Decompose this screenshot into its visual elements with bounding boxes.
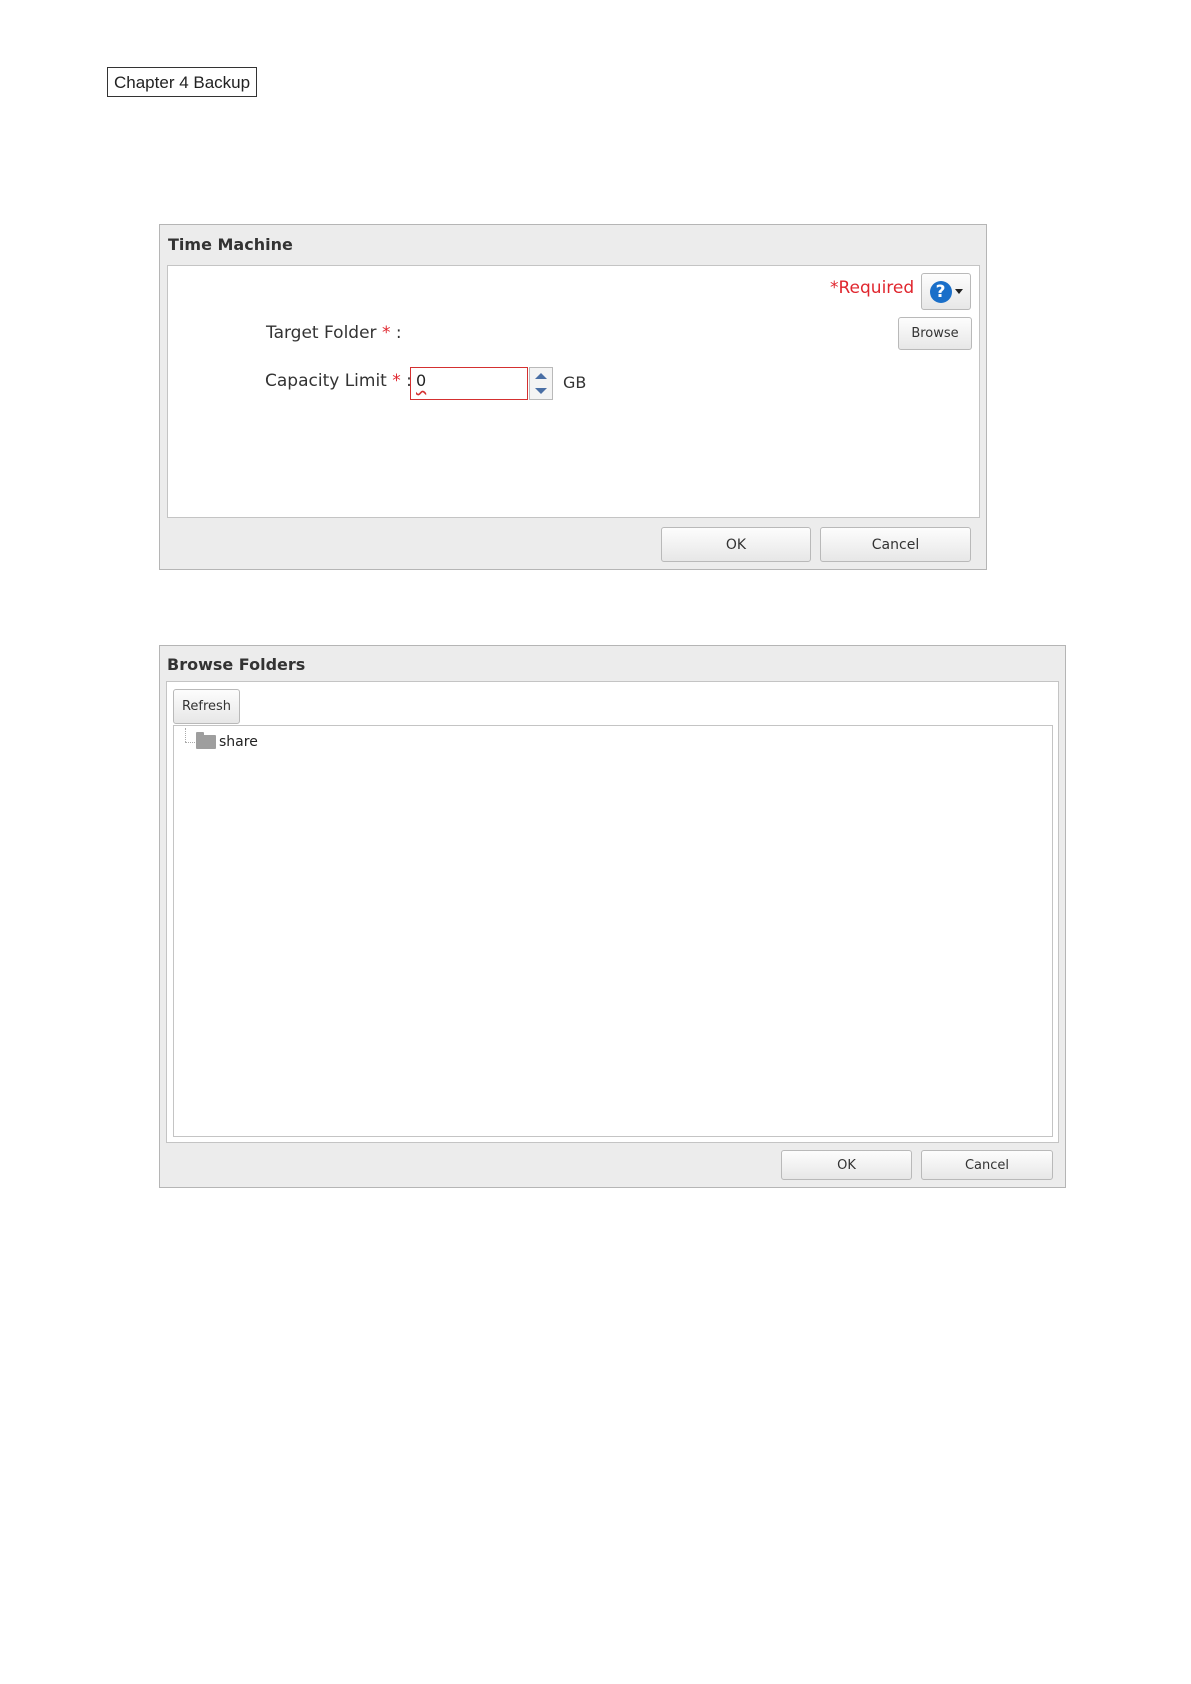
tree-item-share[interactable]: share	[219, 734, 258, 750]
time-machine-panel: *Required ? Target Folder * : Browse Cap…	[167, 265, 980, 518]
chevron-down-icon[interactable]	[535, 388, 547, 395]
dialog-title: Browse Folders	[167, 655, 306, 674]
ok-button[interactable]: OK	[661, 527, 811, 562]
capacity-limit-label: Capacity Limit * :	[265, 371, 412, 391]
browse-folders-dialog: Browse Folders Refresh share OK Cancel	[159, 645, 1066, 1188]
chevron-down-icon	[954, 289, 963, 294]
chapter-label: Chapter 4 Backup	[107, 67, 258, 97]
capacity-input[interactable]: 0	[410, 367, 528, 400]
browse-folders-panel: Refresh share	[166, 681, 1059, 1143]
capacity-stepper[interactable]	[529, 367, 553, 400]
question-icon: ?	[929, 280, 952, 303]
tree-connector	[185, 742, 195, 743]
refresh-button[interactable]: Refresh	[173, 689, 240, 724]
target-folder-label: Target Folder * :	[266, 323, 402, 343]
help-button[interactable]: ?	[921, 273, 971, 310]
tree-connector	[185, 728, 186, 742]
time-machine-dialog: Time Machine *Required ? Target Folder *…	[159, 224, 987, 570]
folder-tree: share	[173, 725, 1053, 1137]
browse-button[interactable]: Browse	[898, 317, 972, 350]
dialog-title: Time Machine	[168, 235, 293, 254]
cancel-button[interactable]: Cancel	[820, 527, 971, 562]
chevron-up-icon[interactable]	[535, 372, 547, 379]
folder-icon	[196, 732, 216, 749]
required-star: *	[381, 323, 391, 343]
cancel-button[interactable]: Cancel	[921, 1150, 1053, 1180]
required-note: *Required	[830, 278, 915, 298]
ok-button[interactable]: OK	[781, 1150, 912, 1180]
required-star: *	[392, 371, 401, 391]
capacity-unit: GB	[563, 373, 587, 392]
